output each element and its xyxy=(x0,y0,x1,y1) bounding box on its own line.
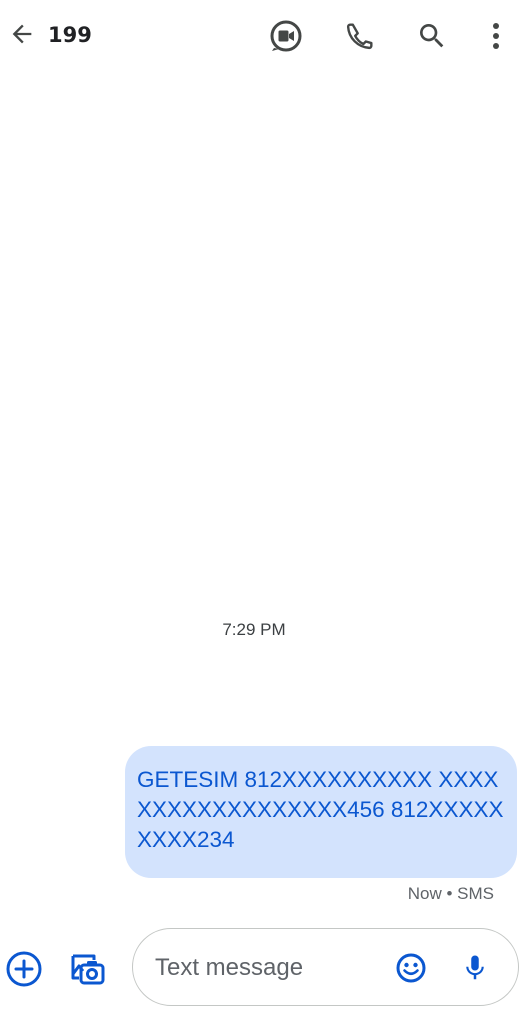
message-text: GETESIM 812XXXXXXXXXX XXXXXXXXXXXXXXXXXX… xyxy=(137,767,504,852)
call-button[interactable] xyxy=(338,14,382,58)
gallery-camera-icon xyxy=(71,954,105,985)
add-circle-icon xyxy=(6,951,42,987)
message-status: Now • SMS xyxy=(407,884,494,903)
video-call-icon xyxy=(270,20,302,52)
emoji-button[interactable] xyxy=(391,948,431,988)
message-timestamp: 7:29 PM xyxy=(222,620,286,639)
text-message-input[interactable] xyxy=(155,953,385,983)
top-app-bar: 199 xyxy=(0,0,527,72)
compose-field-container xyxy=(132,928,519,1006)
add-attachment-button[interactable] xyxy=(4,949,44,989)
arrow-back-icon xyxy=(12,24,32,44)
mic-icon xyxy=(466,955,484,980)
voice-input-button[interactable] xyxy=(455,948,495,988)
back-button[interactable] xyxy=(2,14,42,54)
search-button[interactable] xyxy=(410,14,454,58)
search-icon xyxy=(420,24,444,48)
more-options-button[interactable] xyxy=(476,14,516,58)
more-vertical-icon xyxy=(493,23,499,49)
video-call-button[interactable] xyxy=(264,14,308,58)
conversation-title: 199 xyxy=(48,23,92,47)
gallery-button[interactable] xyxy=(65,946,109,990)
outgoing-message-bubble[interactable]: GETESIM 812XXXXXXXXXX XXXXXXXXXXXXXXXXXX… xyxy=(125,746,517,878)
emoji-icon xyxy=(396,953,426,983)
messages-app: 199 7:29 PM GETESIM 812XXXXXXXXXX XXXXXX… xyxy=(0,0,527,1024)
phone-icon xyxy=(346,23,373,50)
